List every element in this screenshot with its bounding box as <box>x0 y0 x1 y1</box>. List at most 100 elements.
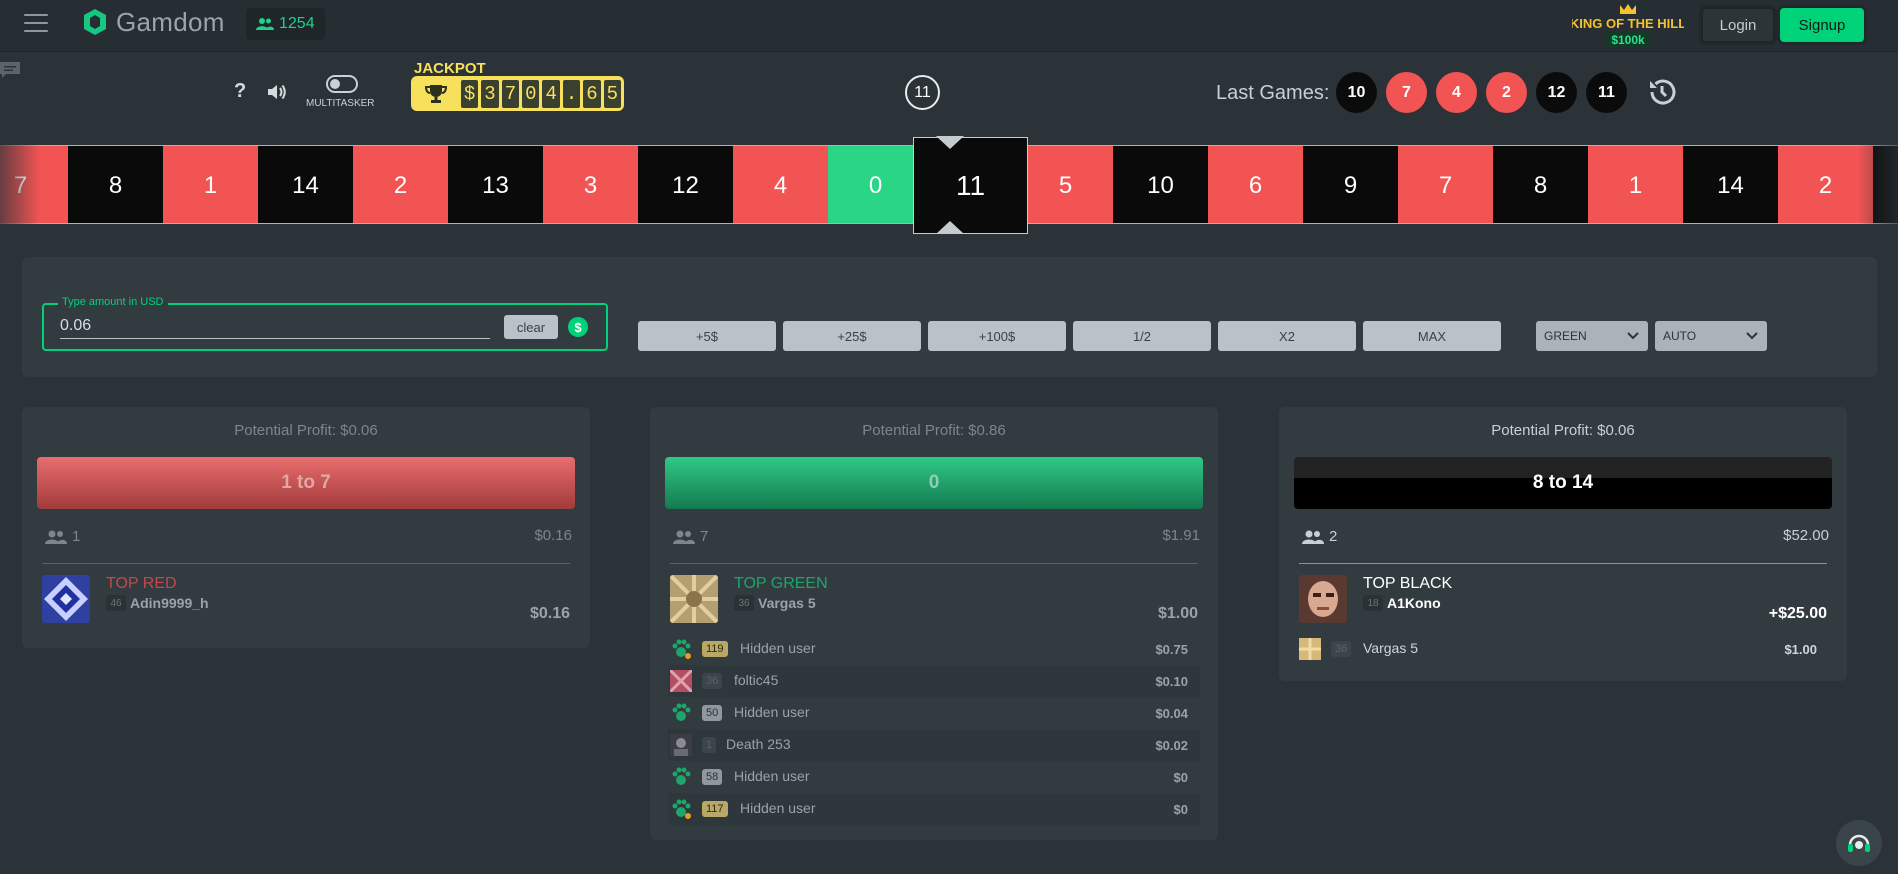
bettor-amount: $0.02 <box>1155 738 1188 753</box>
paw-icon <box>672 639 691 659</box>
last-game-result: 12 <box>1536 72 1577 113</box>
multitasker-toggle[interactable] <box>326 75 358 93</box>
top-bettor-amount: $1.00 <box>1157 605 1198 622</box>
double-button[interactable]: X2 <box>1218 321 1356 351</box>
support-chat-button[interactable] <box>1836 820 1882 866</box>
login-button[interactable]: Login <box>1702 8 1774 42</box>
top-bettor-amount: +$25.00 <box>1768 605 1827 622</box>
half-button[interactable]: 1/2 <box>1073 321 1211 351</box>
last-game-result: 7 <box>1386 72 1427 113</box>
roulette-tile: 9 <box>1303 146 1398 223</box>
divider <box>1299 563 1827 564</box>
signup-button[interactable]: Signup <box>1780 8 1864 42</box>
online-users-badge[interactable]: 1254 <box>246 8 325 40</box>
sound-icon[interactable] <box>266 82 288 102</box>
bet-black-button[interactable]: 8 to 14 <box>1294 457 1832 509</box>
roulette-tile: 5 <box>1018 146 1113 223</box>
bettor-amount: $0 <box>1173 802 1188 817</box>
bet-red-button[interactable]: 1 to 7 <box>37 457 575 509</box>
bettor-name: Hidden user <box>740 800 816 816</box>
jackpot-counter[interactable]: $ 3 7 0 4 . 6 5 <box>411 76 624 111</box>
column-total: $0.16 <box>534 527 572 544</box>
avatar <box>670 670 692 692</box>
paw-icon <box>672 799 691 819</box>
level-badge: 36 <box>702 673 723 689</box>
level-badge: 46 <box>106 595 126 611</box>
bettor-amount: $1.00 <box>1784 642 1817 657</box>
plus-25-button[interactable]: +25$ <box>783 321 921 351</box>
divider <box>42 563 570 564</box>
player-count-value: 2 <box>1329 528 1338 545</box>
bettor-amount: $0.75 <box>1155 642 1188 657</box>
last-games-list: 10 7 4 2 12 11 <box>1336 72 1627 113</box>
column-total: $1.91 <box>1162 527 1200 544</box>
bettor-row: 36 Vargas 5 $1.00 <box>1297 633 1829 665</box>
column-total: $52.00 <box>1783 527 1829 544</box>
roulette-tile: 4 <box>733 146 828 223</box>
max-button[interactable]: MAX <box>1363 321 1501 351</box>
avatar <box>670 575 718 623</box>
bettor-amount: $0.04 <box>1155 706 1188 721</box>
online-count: 1254 <box>279 15 315 32</box>
last-game-result: 10 <box>1336 72 1377 113</box>
trophy-icon <box>414 80 458 108</box>
koth-prize: $100k <box>1611 33 1645 47</box>
plus-5-button[interactable]: +5$ <box>638 321 776 351</box>
roulette-tile: 1 <box>163 146 258 223</box>
bettor-row: 117 Hidden user $0 <box>668 793 1200 825</box>
top-bettor-name: A1Kono <box>1387 595 1441 611</box>
jackpot-digit: 5 <box>603 79 622 108</box>
roulette-tile: 8 <box>68 146 163 223</box>
headset-icon <box>1848 834 1870 852</box>
top-bettor-title: TOP GREEN <box>734 575 828 592</box>
clear-button[interactable]: clear <box>504 315 558 339</box>
player-count: 7 <box>672 528 708 545</box>
bet-green-button[interactable]: 0 <box>665 457 1203 509</box>
bettor-name: Death 253 <box>726 736 791 752</box>
bettor-row: 50 Hidden user $0.04 <box>668 697 1200 729</box>
bettor-name: Vargas 5 <box>1363 640 1418 656</box>
roulette-selected-tile: 11 <box>913 137 1028 234</box>
roulette-tile: 7 <box>0 146 68 223</box>
jackpot-digit: . <box>562 79 581 108</box>
level-badge: 36 <box>1331 641 1352 657</box>
roulette-tile: 6 <box>1208 146 1303 223</box>
mode-select-value: AUTO <box>1663 329 1697 343</box>
last-game-result: 4 <box>1436 72 1477 113</box>
bettor-name: Hidden user <box>734 768 810 784</box>
roulette-tile: 10 <box>1113 146 1208 223</box>
player-count-value: 1 <box>72 528 81 545</box>
level-badge: 50 <box>702 705 723 721</box>
bettor-row: 58 Hidden user $0 <box>668 761 1200 793</box>
king-of-the-hill-banner[interactable]: KING OF THE HILL $100k <box>1572 2 1684 48</box>
top-bettor: TOP BLACK 18 A1Kono +$25.00 <box>1299 575 1827 625</box>
roulette-tile: 14 <box>1683 146 1778 223</box>
jackpot-digit: 3 <box>481 79 499 108</box>
chat-icon[interactable] <box>0 62 20 80</box>
avatar <box>42 575 90 623</box>
roulette-tile: 7 <box>1398 146 1493 223</box>
plus-100-button[interactable]: +100$ <box>928 321 1066 351</box>
hamburger-menu-icon[interactable] <box>24 14 48 32</box>
help-button[interactable]: ? <box>234 80 246 103</box>
bettor-row: 1 Death 253 $0.02 <box>668 729 1200 761</box>
mode-select[interactable]: AUTO <box>1655 321 1767 351</box>
bettor-row: 119 Hidden user $0.75 <box>668 633 1200 665</box>
gamdom-logo[interactable]: Gamdom <box>80 6 225 38</box>
users-icon <box>1302 530 1324 544</box>
koth-title: KING OF THE HILL <box>1572 16 1684 31</box>
gamdom-logo-icon <box>84 9 106 35</box>
roulette-tile: 1 <box>1588 146 1683 223</box>
level-badge: 119 <box>702 641 728 657</box>
bet-amount-field[interactable]: Type amount in USD clear $ <box>42 296 608 351</box>
jackpot-digit: $ <box>460 79 479 108</box>
bettor-name: Hidden user <box>734 704 810 720</box>
users-icon <box>45 530 67 544</box>
jackpot-label: JACKPOT <box>414 60 486 77</box>
last-game-result: 11 <box>1586 72 1627 113</box>
bet-amount-input[interactable] <box>60 313 490 339</box>
jackpot-digit: 0 <box>522 79 540 108</box>
divider <box>670 563 1198 564</box>
history-icon[interactable] <box>1646 76 1678 108</box>
color-select[interactable]: GREEN <box>1536 321 1648 351</box>
